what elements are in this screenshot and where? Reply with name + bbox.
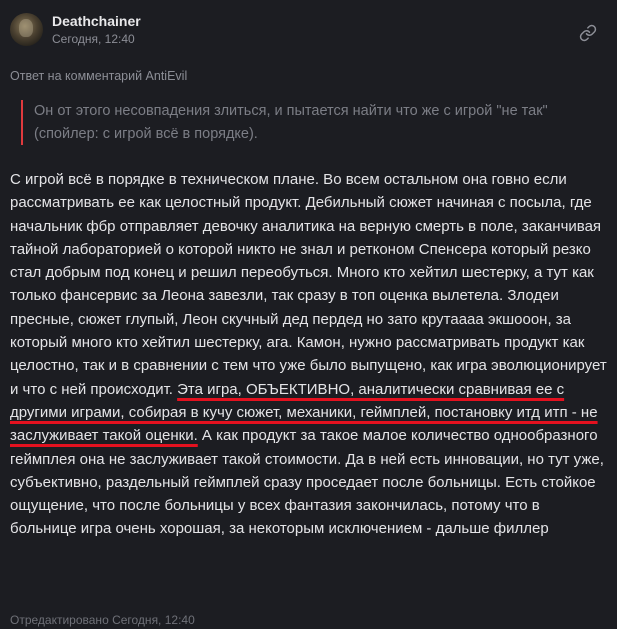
quoted-comment: Он от этого несовпадения злиться, и пыта… [21,100,581,145]
link-icon[interactable] [579,24,597,42]
quote-text: Он от этого несовпадения злиться, и пыта… [34,103,548,142]
comment-body: С игрой всё в порядке в техническом план… [10,168,610,541]
user-avatar[interactable] [10,13,43,46]
comment-timestamp[interactable]: Сегодня, 12:40 [52,31,141,47]
comment-card: Deathchainer Сегодня, 12:40 Ответ на ком… [0,0,617,629]
body-text-before: С игрой всё в порядке в техническом план… [10,171,607,398]
author-name[interactable]: Deathchainer [52,12,141,30]
reply-to-label[interactable]: Ответ на комментарий AntiEvil [10,68,187,84]
edited-label: Отредактировано Сегодня, 12:40 [10,613,195,627]
comment-header: Deathchainer Сегодня, 12:40 [10,12,141,47]
comment-meta: Deathchainer Сегодня, 12:40 [52,12,141,47]
